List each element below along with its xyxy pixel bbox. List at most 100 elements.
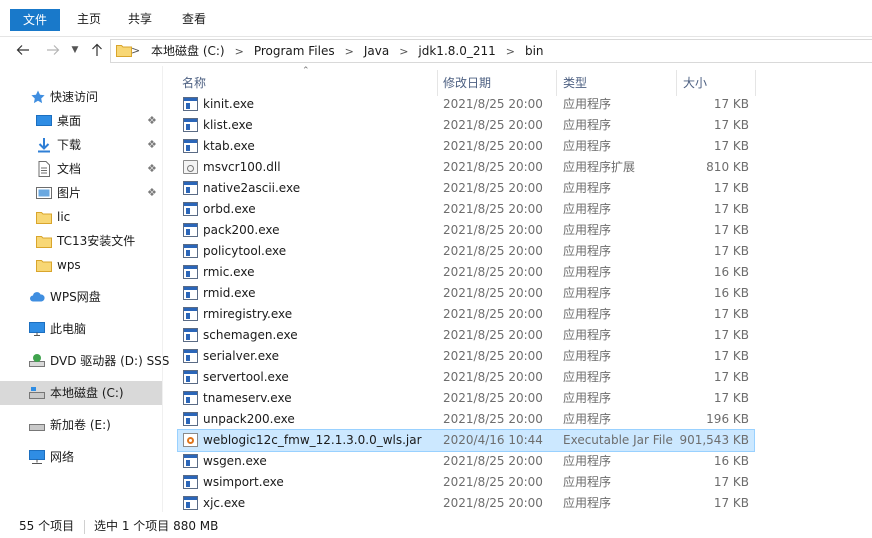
column-divider[interactable] [437, 70, 438, 96]
up-button[interactable] [86, 39, 108, 61]
file-row[interactable]: policytool.exe 2021/8/25 20:00 应用程序 17 KB [178, 241, 754, 262]
tab-view[interactable]: 查看 [178, 7, 210, 31]
file-size: 810 KB [706, 160, 749, 174]
file-name: kinit.exe [203, 97, 255, 111]
arrow-up-icon [92, 43, 102, 56]
application-icon [183, 223, 198, 237]
sidebar-item-tc13[interactable]: TC13安装文件 [0, 229, 162, 253]
ribbon: 文件 主页 共享 查看 [0, 0, 872, 37]
sidebar-item-downloads[interactable]: 下载 ❖ [0, 133, 162, 157]
sidebar-item-new-volume[interactable]: 新加卷 (E:) [0, 413, 162, 437]
file-name: wsgen.exe [203, 454, 267, 468]
file-row[interactable]: ktab.exe 2021/8/25 20:00 应用程序 17 KB [178, 136, 754, 157]
file-date: 2021/8/25 20:00 [443, 202, 543, 216]
desktop-icon [36, 115, 52, 126]
file-row[interactable]: rmic.exe 2021/8/25 20:00 应用程序 16 KB [178, 262, 754, 283]
file-date: 2021/8/25 20:00 [443, 349, 543, 363]
sidebar-item-this-pc[interactable]: 此电脑 [0, 317, 162, 341]
file-date: 2021/8/25 20:00 [443, 139, 543, 153]
sidebar-item-label: 此电脑 [50, 322, 87, 336]
application-icon [183, 286, 198, 300]
column-divider[interactable] [676, 70, 677, 96]
recent-locations-button[interactable]: ▼ [64, 39, 86, 61]
tab-home[interactable]: 主页 [71, 7, 107, 31]
java-jar-icon [183, 433, 198, 447]
file-row[interactable]: weblogic12c_fmw_12.1.3.0.0_wls.jar 2020/4… [177, 429, 755, 452]
breadcrumb-program-files[interactable]: Program Files [254, 40, 335, 62]
sidebar-item-quick-access[interactable]: 快速访问 [0, 85, 162, 109]
application-icon [183, 265, 198, 279]
column-divider[interactable] [556, 70, 557, 96]
file-row[interactable]: serialver.exe 2021/8/25 20:00 应用程序 17 KB [178, 346, 754, 367]
file-row[interactable]: rmiregistry.exe 2021/8/25 20:00 应用程序 17 KB [178, 304, 754, 325]
sidebar-item-label: lic [57, 210, 71, 224]
file-date: 2021/8/25 20:00 [443, 391, 543, 405]
file-type: 应用程序扩展 [563, 160, 636, 174]
application-icon [183, 139, 198, 153]
file-name: xjc.exe [203, 496, 246, 510]
sidebar-item-local-disk[interactable]: 本地磁盘 (C:) [0, 381, 162, 405]
file-date: 2021/8/25 20:00 [443, 97, 543, 111]
status-divider [84, 520, 85, 534]
file-row[interactable]: pack200.exe 2021/8/25 20:00 应用程序 17 KB [178, 220, 754, 241]
file-row[interactable]: kinit.exe 2021/8/25 20:00 应用程序 17 KB [178, 94, 754, 115]
file-name: unpack200.exe [203, 412, 295, 426]
file-row[interactable]: wsgen.exe 2021/8/25 20:00 应用程序 16 KB [178, 451, 754, 472]
breadcrumb-jdk[interactable]: jdk1.8.0_211 [418, 40, 495, 62]
sidebar-item-documents[interactable]: 文档 ❖ [0, 157, 162, 181]
sidebar-item-pictures[interactable]: 图片 ❖ [0, 181, 162, 205]
document-icon [38, 161, 50, 177]
file-type: 应用程序 [563, 475, 612, 489]
file-row[interactable]: servertool.exe 2021/8/25 20:00 应用程序 17 KB [178, 367, 754, 388]
file-date: 2021/8/25 20:00 [443, 454, 543, 468]
file-type: Executable Jar File [563, 433, 673, 447]
file-date: 2021/8/25 20:00 [443, 496, 543, 510]
sidebar-item-network[interactable]: 网络 [0, 445, 162, 469]
file-type: 应用程序 [563, 391, 612, 405]
file-type: 应用程序 [563, 370, 612, 384]
file-date: 2021/8/25 20:00 [443, 412, 543, 426]
breadcrumb-bin[interactable]: bin [525, 40, 544, 62]
file-date: 2021/8/25 20:00 [443, 328, 543, 342]
file-row[interactable]: msvcr100.dll 2021/8/25 20:00 应用程序扩展 810 KB [178, 157, 754, 178]
sidebar-item-desktop[interactable]: 桌面 ❖ [0, 109, 162, 133]
file-row[interactable]: tnameserv.exe 2021/8/25 20:00 应用程序 17 KB [178, 388, 754, 409]
pane-divider[interactable] [162, 66, 163, 512]
sidebar-item-wps-drive[interactable]: WPS网盘 [0, 285, 162, 309]
file-type: 应用程序 [563, 202, 612, 216]
tab-share[interactable]: 共享 [124, 7, 156, 31]
sidebar-item-dvd[interactable]: DVD 驱动器 (D:) SSS [0, 349, 169, 373]
file-size: 196 KB [706, 412, 749, 426]
tab-file[interactable]: 文件 [10, 9, 60, 31]
file-size: 17 KB [713, 118, 749, 132]
file-row[interactable]: klist.exe 2021/8/25 20:00 应用程序 17 KB [178, 115, 754, 136]
breadcrumb-java[interactable]: Java [364, 40, 389, 62]
file-size: 16 KB [713, 286, 749, 300]
file-size: 17 KB [713, 244, 749, 258]
file-date: 2021/8/25 20:00 [443, 475, 543, 489]
column-divider[interactable] [755, 70, 756, 96]
breadcrumb-local-disk[interactable]: 本地磁盘 (C:) [151, 40, 225, 62]
back-button[interactable] [12, 39, 34, 61]
address-bar[interactable]: > 本地磁盘 (C:) > Program Files > Java > jdk1.8.0_… [110, 39, 872, 63]
file-row[interactable]: schemagen.exe 2021/8/25 20:00 应用程序 17 KB [178, 325, 754, 346]
file-row[interactable]: orbd.exe 2021/8/25 20:00 应用程序 17 KB [178, 199, 754, 220]
file-row[interactable]: xjc.exe 2021/8/25 20:00 应用程序 17 KB [178, 493, 754, 514]
sidebar-item-label: 下载 [57, 138, 82, 152]
file-type: 应用程序 [563, 496, 612, 510]
sidebar-item-lic[interactable]: lic [0, 205, 162, 229]
file-row[interactable]: native2ascii.exe 2021/8/25 20:00 应用程序 17 KB [178, 178, 754, 199]
file-row[interactable]: rmid.exe 2021/8/25 20:00 应用程序 16 KB [178, 283, 754, 304]
chevron-down-icon: ▼ [71, 45, 79, 55]
file-row[interactable]: unpack200.exe 2021/8/25 20:00 应用程序 196 KB [178, 409, 754, 430]
file-name: rmic.exe [203, 265, 255, 279]
sidebar-item-wps[interactable]: wps [0, 253, 162, 277]
file-row[interactable]: wsimport.exe 2021/8/25 20:00 应用程序 17 KB [178, 472, 754, 493]
file-type: 应用程序 [563, 454, 612, 468]
breadcrumb-separator: > [234, 45, 244, 58]
sidebar-item-label: DVD 驱动器 (D:) SSS [50, 354, 170, 368]
download-icon [38, 138, 50, 153]
file-size: 17 KB [713, 475, 749, 489]
forward-button[interactable] [42, 39, 64, 61]
file-size: 16 KB [713, 265, 749, 279]
